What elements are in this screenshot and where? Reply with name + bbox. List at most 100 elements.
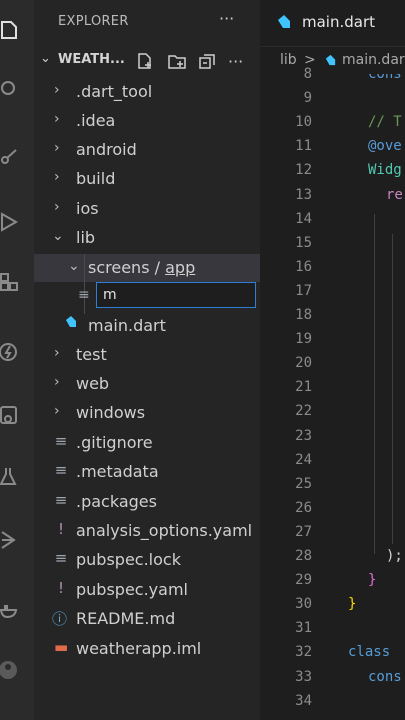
dart-devtools-icon[interactable] xyxy=(0,530,20,550)
tree-item-windows[interactable]: › windows xyxy=(34,399,260,427)
line-number: 32 xyxy=(295,644,312,661)
line-number: 11 xyxy=(295,138,312,155)
tree-item-android[interactable]: › android xyxy=(34,136,260,164)
new-file-icon[interactable] xyxy=(136,52,154,70)
project-name: WEATH... xyxy=(58,52,125,67)
indent-guide xyxy=(84,254,85,314)
code-line: // T xyxy=(368,114,402,131)
yaml-file-icon: ! xyxy=(57,579,64,597)
code-line: class xyxy=(348,644,391,661)
line-number: 22 xyxy=(295,403,312,420)
line-number: 34 xyxy=(295,692,312,709)
breadcrumb-item[interactable]: main.dart xyxy=(342,52,405,68)
chevron-down-icon: ⌄ xyxy=(52,228,64,244)
tree-item-idea[interactable]: › .idea xyxy=(34,107,260,135)
docker-icon[interactable] xyxy=(0,600,20,620)
files-icon[interactable] xyxy=(0,20,20,40)
chevron-right-icon: › xyxy=(54,403,60,419)
tree-item-main-dart[interactable]: main.dart xyxy=(34,312,260,340)
more-icon[interactable]: ··· xyxy=(228,52,243,71)
line-number: 12 xyxy=(295,162,312,179)
line-number: 13 xyxy=(295,186,312,203)
chevron-down-icon: ⌄ xyxy=(40,51,51,66)
dart-file-icon xyxy=(324,54,337,71)
line-number: 23 xyxy=(295,427,312,444)
tree-item-build[interactable]: › build xyxy=(34,165,260,193)
new-folder-icon[interactable] xyxy=(168,52,186,70)
line-number: 9 xyxy=(303,90,312,107)
line-number: 10 xyxy=(295,114,312,131)
new-file-name-input[interactable] xyxy=(96,282,256,308)
run-debug-icon[interactable] xyxy=(0,212,20,232)
line-number: 24 xyxy=(295,451,312,468)
iml-file-icon: ▬ xyxy=(54,638,69,656)
tree-item-pubspec-yaml[interactable]: ! pubspec.yaml xyxy=(34,576,260,604)
code-line: Widg xyxy=(368,162,402,179)
code-line: } xyxy=(348,596,357,613)
line-number: 28 xyxy=(295,548,312,564)
code-line: cons xyxy=(368,668,402,685)
code-line: } xyxy=(368,572,377,589)
chevron-right-icon: › xyxy=(54,374,60,390)
tree-item-pubspec-lock[interactable]: ≡ pubspec.lock xyxy=(34,546,260,574)
tree-item-metadata[interactable]: ≡ .metadata xyxy=(34,458,260,486)
line-number: 25 xyxy=(295,475,312,492)
file-icon: ≡ xyxy=(54,432,68,450)
line-number: 30 xyxy=(295,596,312,613)
line-number: 20 xyxy=(295,355,312,372)
chevron-right-icon: › xyxy=(54,345,60,361)
chevron-right-icon: › xyxy=(54,82,60,98)
chevron-right-icon: › xyxy=(54,169,60,185)
line-number: 17 xyxy=(295,282,312,299)
line-number-gutter: 8 9 10 11 12 13 14 15 16 17 18 19 20 21 22 23 24 25 26 27 28… xyxy=(260,66,320,720)
chevron-right-icon: › xyxy=(54,140,60,156)
flutter-icon[interactable] xyxy=(0,342,20,362)
line-number: 21 xyxy=(295,379,312,396)
tree-item-web[interactable]: › web xyxy=(34,370,260,398)
chevron-right-icon: › xyxy=(54,111,60,127)
testing-icon[interactable] xyxy=(0,466,20,486)
editor-tabbar: main.dart xyxy=(260,0,405,47)
info-icon: ⓘ xyxy=(52,610,68,628)
tree-item-weatherapp-iml[interactable]: ▬ weatherapp.iml xyxy=(34,635,260,663)
source-control-icon[interactable] xyxy=(0,146,20,166)
more-actions-icon[interactable]: ··· xyxy=(219,9,234,28)
tree-item-analysis-options[interactable]: ! analysis_options.yaml xyxy=(34,517,260,545)
tree-item-dart-tool[interactable]: › .dart_tool xyxy=(34,78,260,106)
tree-item-test[interactable]: › test xyxy=(34,341,260,369)
code-area[interactable]: cons // T @ove Widg re);}} class cons xyxy=(320,74,405,720)
line-number: 15 xyxy=(295,234,312,251)
extensions-icon[interactable] xyxy=(0,272,20,292)
explorer-sidebar: EXPLORER ··· ⌄ WEATH... ··· › .dart_tool… xyxy=(34,0,260,720)
tree-item-ios[interactable]: › ios xyxy=(34,195,260,223)
remote-explorer-icon[interactable] xyxy=(0,405,20,425)
code-line: cons xyxy=(368,74,402,82)
dart-file-icon xyxy=(276,14,292,34)
line-number: 31 xyxy=(295,620,312,637)
file-icon: ≡ xyxy=(78,287,90,303)
collapse-all-icon[interactable] xyxy=(198,52,216,70)
tree-item-lib[interactable]: ⌄ lib xyxy=(34,224,260,252)
line-number: 14 xyxy=(295,210,312,227)
account-icon[interactable] xyxy=(0,660,20,680)
activity-bar xyxy=(0,0,34,720)
project-header[interactable]: ⌄ WEATH... ··· xyxy=(34,50,260,74)
line-number: 19 xyxy=(295,331,312,348)
line-number: 18 xyxy=(295,307,312,323)
tree-item-gitignore[interactable]: ≡ .gitignore xyxy=(34,429,260,457)
chevron-right-icon: › xyxy=(54,199,60,215)
tree-item-packages[interactable]: ≡ .packages xyxy=(34,488,260,516)
indent-guide xyxy=(374,214,375,554)
file-icon: ≡ xyxy=(54,461,68,479)
tree-item-readme[interactable]: ⓘ README.md xyxy=(34,605,260,633)
code-line: @ove xyxy=(368,138,402,155)
search-icon[interactable] xyxy=(0,80,20,100)
code-line: re xyxy=(386,186,403,203)
chevron-down-icon: ⌄ xyxy=(68,258,80,274)
line-number: 33 xyxy=(295,668,312,685)
file-icon: ≡ xyxy=(54,549,68,567)
line-number: 29 xyxy=(295,572,312,589)
file-icon: ≡ xyxy=(54,491,68,509)
tree-item-screens-app[interactable]: ⌄ screens / app xyxy=(34,254,260,282)
code-line: ); xyxy=(386,548,403,564)
